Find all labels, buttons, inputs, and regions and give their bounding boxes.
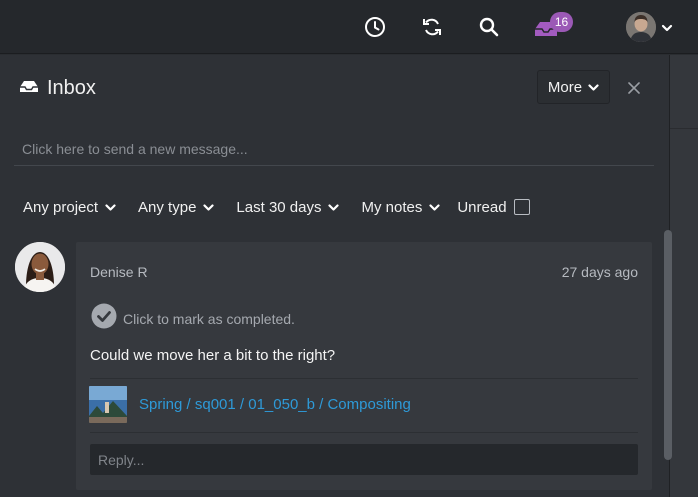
message-card: Denise R 27 days ago Click to mark as co… [76, 242, 652, 490]
entity-thumbnail[interactable] [89, 386, 127, 423]
notes-filter-label: My notes [361, 198, 423, 216]
project-filter[interactable]: Any project [23, 199, 116, 216]
avatar[interactable] [626, 12, 656, 42]
mark-completed-label: Click to mark as completed. [123, 310, 295, 327]
search-icon[interactable] [475, 12, 503, 42]
close-icon[interactable] [626, 80, 642, 101]
top-bar: 16 [0, 0, 698, 54]
check-circle-icon [91, 303, 117, 334]
inbox-panel: Inbox More Any project Any type Last 30 … [0, 55, 672, 497]
chevron-down-icon [588, 83, 599, 91]
chevron-down-icon [429, 203, 440, 211]
mark-completed-button[interactable]: Click to mark as completed. [91, 303, 295, 334]
scrollbar[interactable] [664, 230, 672, 460]
more-button-label: More [547, 78, 583, 96]
more-button[interactable]: More [537, 70, 610, 104]
new-message-input[interactable] [14, 132, 654, 166]
divider [90, 432, 638, 433]
type-filter-label: Any type [138, 198, 197, 216]
unread-checkbox[interactable] [513, 199, 530, 215]
author-avatar [15, 242, 65, 292]
message-time: 27 days ago [561, 264, 638, 280]
inbox-header: Inbox [19, 77, 96, 100]
chevron-down-icon [105, 203, 116, 211]
date-filter-label: Last 30 days [236, 198, 322, 216]
entity-reference: Spring / sq001 / 01_050_b / Compositing [89, 386, 411, 423]
divider [90, 378, 638, 379]
date-filter[interactable]: Last 30 days [236, 198, 340, 216]
inbox-count-badge: 16 [550, 12, 573, 32]
unread-label: Unread [457, 198, 507, 216]
background-content [670, 55, 698, 497]
chevron-down-icon[interactable] [661, 20, 673, 38]
project-filter-label: Any project [23, 198, 99, 216]
page-title: Inbox [47, 77, 96, 99]
refresh-icon[interactable] [418, 12, 446, 42]
reply-input[interactable] [90, 444, 638, 475]
type-filter[interactable]: Any type [138, 198, 215, 216]
chevron-down-icon [203, 203, 215, 211]
scrollbar-thumb[interactable] [664, 230, 672, 460]
filter-bar: Any project Any type Last 30 days My not… [23, 197, 530, 217]
author-name: Denise R [90, 264, 148, 280]
notes-filter[interactable]: My notes [361, 199, 440, 216]
message-body: Could we move her a bit to the right? [90, 347, 336, 364]
entity-link[interactable]: Spring / sq001 / 01_050_b / Compositing [139, 396, 411, 413]
chevron-down-icon [328, 203, 340, 211]
clock-icon[interactable] [361, 12, 389, 42]
inbox-tray-icon [19, 78, 39, 99]
